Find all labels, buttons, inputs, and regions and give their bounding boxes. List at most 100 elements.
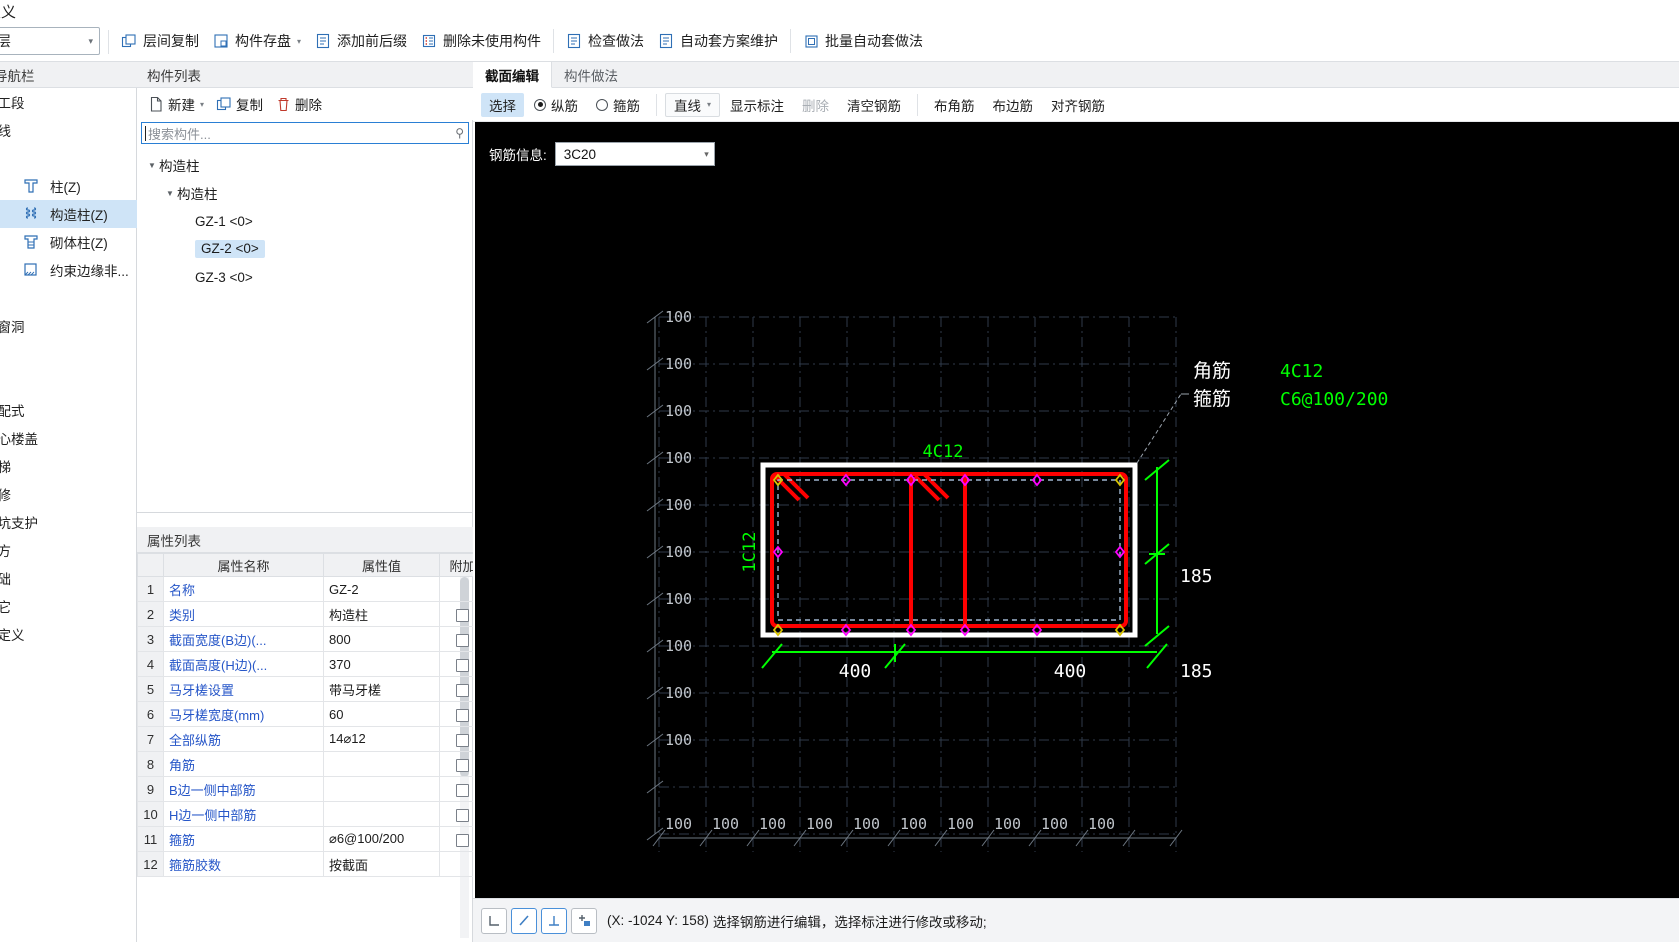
sidebar-item-1[interactable]: 轴线 [0, 116, 137, 144]
append-checkbox[interactable] [456, 683, 469, 697]
sidebar-item-6[interactable]: 约束边缘非... [0, 256, 137, 284]
ribbon-button-add-affix[interactable]: 添加前后缀 [308, 26, 414, 56]
ribbon-button-save-component[interactable]: 构件存盘 ▾ [206, 26, 308, 56]
append-checkbox[interactable] [456, 833, 469, 847]
sidebar-item-0[interactable]: 施工段 [0, 88, 137, 116]
table-row[interactable]: 8 角筋 [137, 751, 486, 777]
property-value[interactable]: 370 [323, 651, 440, 677]
editor-button-1[interactable]: 纵筋 [526, 93, 586, 117]
tab-section-edit[interactable]: 截面编辑 [473, 62, 552, 88]
table-row[interactable]: 9 B边一侧中部筋 [137, 776, 486, 802]
tree-leaf-item[interactable]: GZ-2 <0> [137, 235, 473, 263]
editor-button-label: 纵筋 [551, 98, 578, 114]
property-value[interactable] [323, 801, 440, 827]
sidebar-item-15[interactable]: 基坑支护 [0, 508, 137, 536]
radio-unselected-icon[interactable] [596, 98, 608, 111]
sidebar-item-19[interactable]: 自定义 [0, 620, 137, 648]
append-checkbox[interactable] [456, 658, 469, 672]
ribbon-button-auto-scheme[interactable]: 自动套方案维护 [651, 26, 785, 56]
sidebar-item-7[interactable]: 墙 [0, 284, 137, 312]
component-trash-button[interactable]: 删除 [270, 92, 327, 116]
sidebar-item-9[interactable]: 梁 [0, 340, 137, 368]
grid-lines [658, 316, 1177, 852]
editor-button-0[interactable]: 选择 [481, 92, 524, 117]
ribbon-button-check-method[interactable]: 检查做法 [559, 26, 651, 56]
append-checkbox[interactable] [456, 808, 469, 822]
property-value[interactable] [323, 751, 440, 777]
tree-group-item[interactable]: ▼ 构造柱 [137, 151, 473, 179]
editor-button-4[interactable]: 显示标注 [722, 93, 792, 117]
chevron-down-icon[interactable]: ▾ [707, 100, 711, 109]
table-row[interactable]: 1 名称 GZ-2 [137, 576, 486, 602]
sidebar-item-8[interactable]: 门窗洞 [0, 312, 137, 340]
append-checkbox[interactable] [456, 733, 469, 747]
chevron-down-icon[interactable]: ▼ [145, 161, 159, 170]
property-value[interactable]: 14⌀12 [323, 726, 440, 752]
table-row[interactable]: 3 截面宽度(B边)(... 800 [137, 626, 486, 652]
table-row[interactable]: 4 截面高度(H边)(... 370 [137, 651, 486, 677]
editor-button-7[interactable]: 布角筋 [926, 93, 983, 117]
property-value[interactable]: GZ-2 [323, 576, 440, 602]
property-value[interactable]: 按截面 [323, 851, 440, 877]
ribbon-button-delete-unused[interactable]: 删除未使用构件 [414, 26, 548, 56]
tree-leaf-item[interactable]: GZ-3 <0> [137, 263, 473, 291]
table-row[interactable]: 5 马牙槎设置 带马牙槎 [137, 676, 486, 702]
table-row[interactable]: 11 箍筋 ⌀6@100/200 [137, 826, 486, 852]
perp-icon[interactable] [541, 907, 567, 934]
append-checkbox[interactable] [456, 608, 469, 622]
sidebar-item-13[interactable]: 楼梯 [0, 452, 137, 480]
ruler-bottom-label: 100 [1041, 815, 1068, 833]
rebar-info-combo[interactable]: 3C20 ▾ [554, 142, 715, 166]
sidebar-item-16[interactable]: 土方 [0, 536, 137, 564]
search-component-box[interactable]: 搜索构件... ⚲ [141, 122, 469, 144]
floor-selector[interactable]: 基础层 ▾ [0, 27, 100, 55]
tree-leaf-item[interactable]: GZ-1 <0> [137, 207, 473, 235]
property-value[interactable]: 构造柱 [323, 601, 440, 627]
property-value[interactable]: 800 [323, 626, 440, 652]
diagonal-icon[interactable] [511, 907, 537, 934]
section-drawing-canvas[interactable]: 钢筋信息: 3C20 ▾ 100 100 100 100 100 100 100… [475, 122, 1679, 902]
property-value[interactable]: ⌀6@100/200 [323, 826, 440, 852]
table-row[interactable]: 12 箍筋胶数 按截面 [137, 851, 486, 877]
sidebar-item-17[interactable]: 基础 [0, 564, 137, 592]
chevron-down-icon[interactable]: ▼ [163, 189, 177, 198]
chevron-down-icon[interactable]: ▾ [200, 100, 204, 109]
trash-icon [275, 96, 291, 112]
table-row[interactable]: 6 马牙槎宽度(mm) 60 [137, 701, 486, 727]
sidebar-item-12[interactable]: 空心楼盖 [0, 424, 137, 452]
ortho-icon[interactable] [481, 907, 507, 934]
component-new-file-button[interactable]: 新建 ▾ [143, 92, 209, 116]
editor-button-3[interactable]: 直线 ▾ [665, 92, 721, 117]
property-value[interactable] [323, 776, 440, 802]
append-checkbox[interactable] [456, 708, 469, 722]
sidebar-item-10[interactable]: 板 [0, 368, 137, 396]
sidebar-item-11[interactable]: 装配式 [0, 396, 137, 424]
ribbon-button-copy-between-floors[interactable]: 层间复制 [114, 26, 206, 56]
tab-component-method[interactable]: 构件做法 [552, 62, 630, 87]
component-copy-button[interactable]: 复制 [211, 92, 268, 116]
sidebar-item-3[interactable]: 柱(Z) [0, 172, 137, 200]
chevron-down-icon[interactable]: ▾ [297, 37, 301, 46]
sidebar-item-2[interactable]: 柱 [0, 144, 137, 172]
property-value[interactable]: 带马牙槎 [323, 676, 440, 702]
editor-button-9[interactable]: 对齐钢筋 [1043, 93, 1113, 117]
table-row[interactable]: 2 类别 构造柱 [137, 601, 486, 627]
editor-button-2[interactable]: 箍筋 [588, 93, 648, 117]
radio-selected-icon[interactable] [534, 98, 546, 111]
component-list-panel: 构件列表 新建 ▾ 复制 删除 搜索构件... ⚲ ▼ 构造柱 ▼ 构造柱 GZ-1 <0> G… [137, 62, 473, 512]
append-checkbox[interactable] [456, 633, 469, 647]
table-row[interactable]: 7 全部纵筋 14⌀12 [137, 726, 486, 752]
sidebar-item-14[interactable]: 装修 [0, 480, 137, 508]
table-row[interactable]: 10 H边一侧中部筋 [137, 801, 486, 827]
sidebar-item-5[interactable]: 砌体柱(Z) [0, 228, 137, 256]
sidebar-item-18[interactable]: 其它 [0, 592, 137, 620]
append-checkbox[interactable] [456, 783, 469, 797]
sidebar-item-4[interactable]: 构造柱(Z) [0, 200, 137, 228]
add-point-icon[interactable] [571, 907, 597, 934]
editor-button-8[interactable]: 布边筋 [985, 93, 1042, 117]
append-checkbox[interactable] [456, 758, 469, 772]
ribbon-button-batch-auto[interactable]: 批量自动套做法 [796, 26, 930, 56]
property-value[interactable]: 60 [323, 701, 440, 727]
tree-group-item[interactable]: ▼ 构造柱 [137, 179, 473, 207]
editor-button-6[interactable]: 清空钢筋 [839, 93, 909, 117]
